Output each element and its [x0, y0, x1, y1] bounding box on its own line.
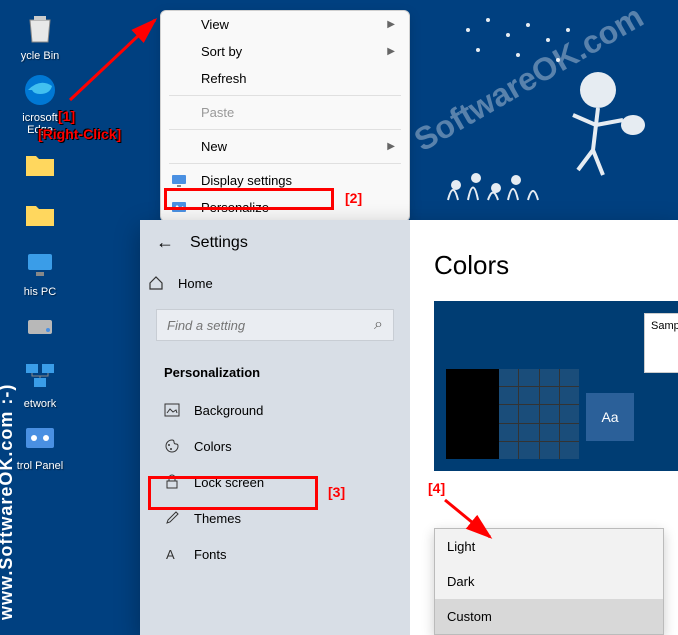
preview-sample-window: Sample — [644, 313, 678, 373]
nav-background[interactable]: Background — [156, 392, 394, 428]
nav-themes[interactable]: Themes — [156, 500, 394, 536]
dropdown-item-dark[interactable]: Dark — [435, 564, 663, 599]
chevron-right-icon: ▶ — [387, 19, 395, 30]
nav-label: Fonts — [194, 547, 227, 562]
back-button[interactable]: ← — [156, 232, 174, 253]
search-box[interactable]: ⌕ — [156, 309, 394, 341]
home-icon — [148, 275, 164, 291]
nav-fonts[interactable]: A Fonts — [156, 536, 394, 572]
settings-sidebar: ← Settings Home ⌕ Personalization Backgr… — [140, 220, 410, 635]
chevron-right-icon: ▶ — [387, 141, 395, 152]
brush-icon — [164, 510, 180, 526]
font-icon: A — [164, 546, 180, 562]
settings-main: Colors Sample Aa Light Dark Custom — [410, 220, 678, 635]
search-input[interactable] — [167, 318, 374, 333]
edge-icon — [20, 70, 60, 110]
settings-title: Settings — [190, 234, 248, 252]
context-item-refresh[interactable]: Refresh — [161, 65, 409, 92]
divider — [169, 163, 401, 164]
display-icon — [171, 173, 187, 189]
nav-colors[interactable]: Colors — [156, 428, 394, 464]
desktop-icon-recycle-bin[interactable]: ycle Bin — [0, 8, 80, 62]
context-item-sort-by[interactable]: Sort by▶ — [161, 38, 409, 65]
nav-home[interactable]: Home — [140, 265, 410, 301]
desktop-icon-this-pc[interactable]: his PC — [0, 244, 80, 298]
dropdown-item-custom[interactable]: Custom — [435, 599, 663, 634]
dropdown-item-light[interactable]: Light — [435, 529, 663, 564]
nav-lock-screen[interactable]: Lock screen — [156, 464, 394, 500]
context-item-new[interactable]: New▶ — [161, 133, 409, 160]
disk-icon — [20, 306, 60, 346]
search-icon: ⌕ — [374, 316, 383, 334]
category-title: Personalization — [140, 357, 410, 392]
desktop-icon-edge[interactable]: icrosoft Edge — [0, 70, 80, 136]
page-title: Colors — [434, 250, 678, 281]
context-item-paste: Paste — [161, 99, 409, 126]
context-item-view[interactable]: View▶ — [161, 11, 409, 38]
desktop-context-menu: View▶ Sort by▶ Refresh Paste New▶ Displa… — [160, 10, 410, 222]
personalize-icon — [171, 200, 187, 216]
color-mode-dropdown[interactable]: Light Dark Custom — [434, 528, 664, 635]
nav-label: Lock screen — [194, 475, 264, 490]
control-panel-icon — [20, 418, 60, 458]
folder-icon — [20, 144, 60, 184]
network-icon — [20, 356, 60, 396]
desktop-icon-disk[interactable] — [0, 306, 80, 348]
nav-label: Colors — [194, 439, 232, 454]
color-preview: Sample Aa — [434, 301, 678, 471]
palette-icon — [164, 438, 180, 454]
svg-text:A: A — [166, 547, 175, 562]
nav-home-label: Home — [178, 276, 213, 291]
chevron-right-icon: ▶ — [387, 46, 395, 57]
context-item-display-settings[interactable]: Display settings — [161, 167, 409, 194]
desktop-icon-folder-2[interactable] — [0, 194, 80, 236]
sidebar-nav: Background Colors Lock screen Themes A F… — [140, 392, 410, 572]
nav-label: Themes — [194, 511, 241, 526]
desktop[interactable]: SoftwareOK.com ycle Bin icrosoft Edge hi… — [0, 0, 678, 634]
divider — [169, 95, 401, 96]
settings-window: ← Settings Home ⌕ Personalization Backgr… — [140, 220, 678, 635]
watermark-vertical: www.SoftwareOK.com :-) — [0, 384, 17, 620]
preview-accent-tile: Aa — [586, 393, 634, 441]
recycle-bin-icon — [20, 8, 60, 48]
settings-topbar: ← Settings — [140, 220, 410, 265]
lock-icon — [164, 474, 180, 490]
image-icon — [164, 402, 180, 418]
desktop-icon-folder-1[interactable] — [0, 144, 80, 186]
nav-label: Background — [194, 403, 263, 418]
folder-icon — [20, 194, 60, 234]
divider — [169, 129, 401, 130]
pc-icon — [20, 244, 60, 284]
wallpaper-decoration — [418, 0, 678, 220]
context-item-personalize[interactable]: Personalize — [161, 194, 409, 221]
watermark-diagonal: SoftwareOK.com — [408, 0, 650, 159]
preview-tiles — [499, 369, 579, 459]
